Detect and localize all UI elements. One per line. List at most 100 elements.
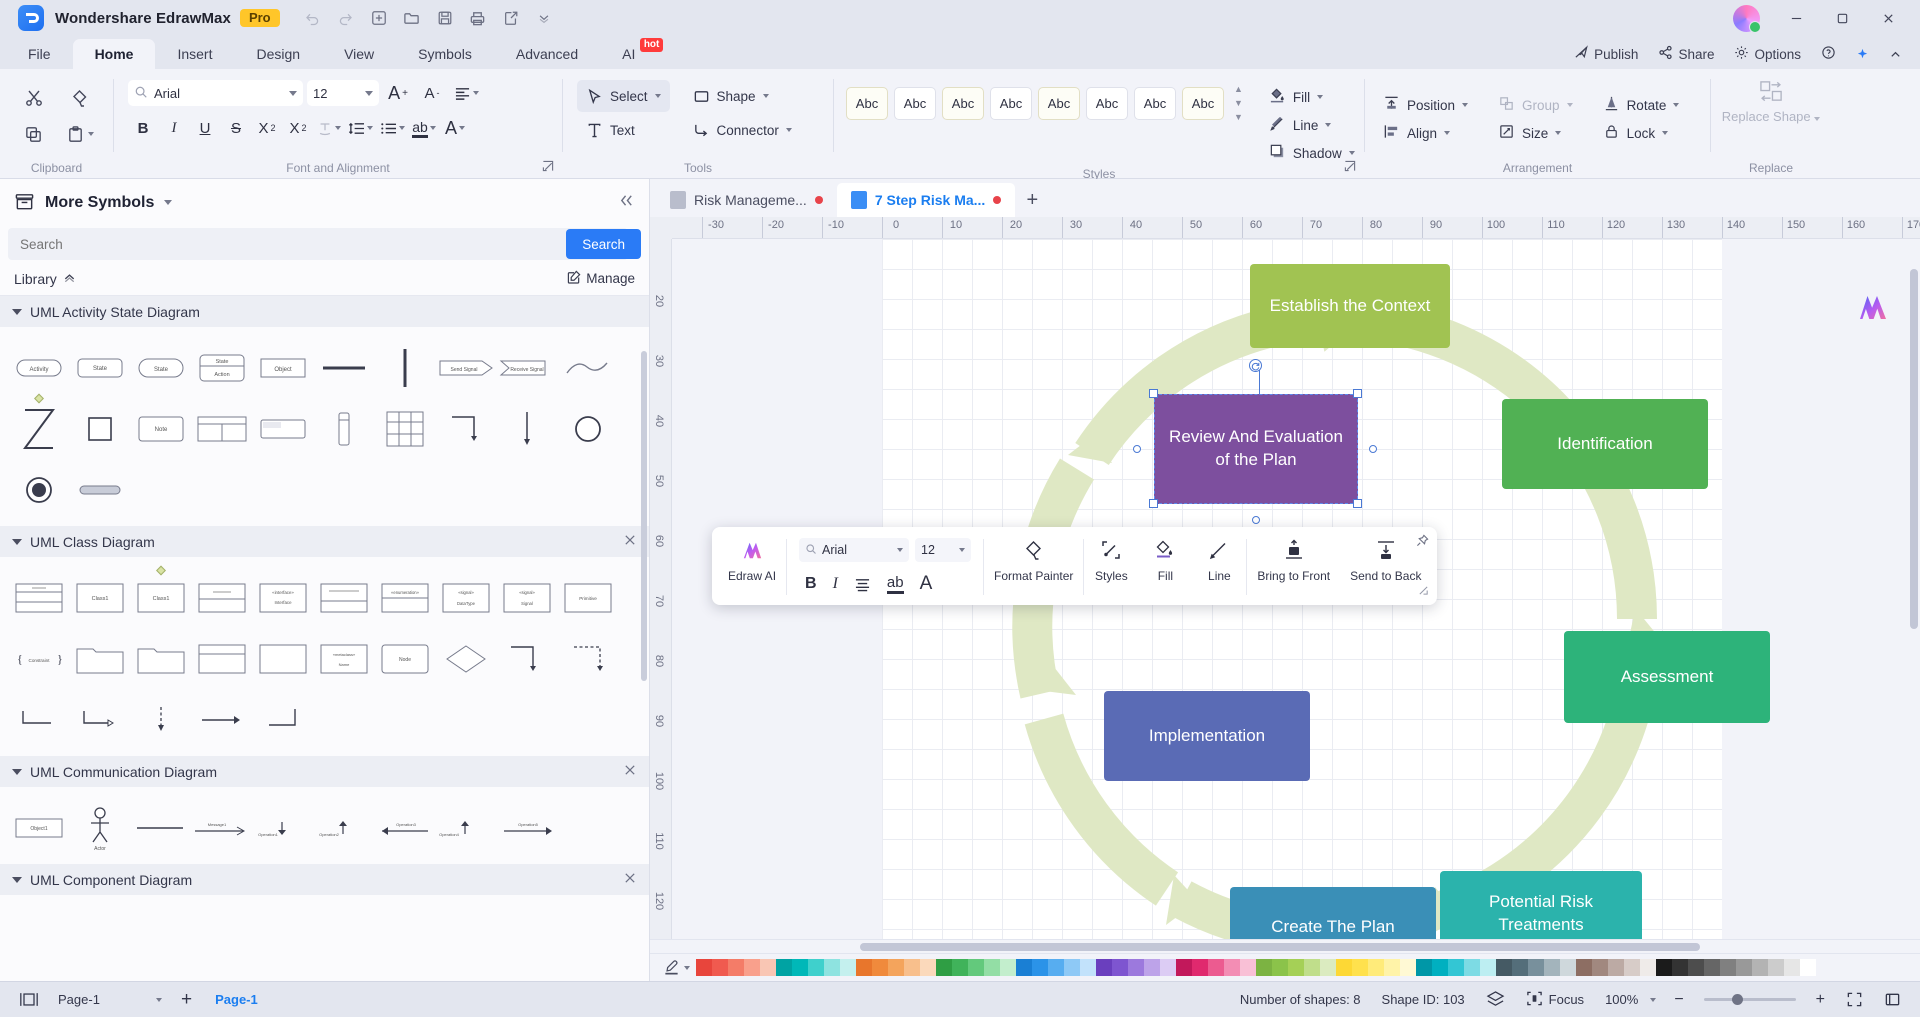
close-section-icon[interactable]: [623, 533, 637, 551]
float-font-caret-icon[interactable]: [897, 548, 904, 552]
connection-point-w[interactable]: [1133, 445, 1141, 453]
shape-item[interactable]: [8, 567, 69, 628]
shape-item[interactable]: State: [69, 337, 130, 398]
color-swatch[interactable]: [1000, 959, 1016, 976]
shape-item[interactable]: [69, 689, 130, 750]
connection-point-e[interactable]: [1369, 445, 1377, 453]
library-section-header-component[interactable]: UML Component Diagram: [0, 864, 649, 895]
eyedropper-icon[interactable]: [658, 957, 684, 979]
canvas-vertical-scrollbar[interactable]: [1910, 269, 1918, 629]
shape-item[interactable]: [191, 398, 252, 459]
style-swatch[interactable]: Abc: [846, 86, 888, 120]
shape-item[interactable]: Operation3: [374, 797, 435, 858]
color-swatch[interactable]: [1032, 959, 1048, 976]
color-swatch[interactable]: [1064, 959, 1080, 976]
color-swatch[interactable]: [856, 959, 872, 976]
minimize-button[interactable]: [1774, 0, 1818, 36]
shape-item[interactable]: Node: [374, 628, 435, 689]
color-swatch[interactable]: [1800, 959, 1816, 976]
edraw-ai-button[interactable]: Edraw AI: [718, 535, 786, 599]
float-font-color-button[interactable]: A: [914, 569, 939, 599]
font-color-button[interactable]: A: [440, 113, 470, 143]
font-size-value[interactable]: [313, 85, 351, 101]
float-line-button[interactable]: Line: [1192, 535, 1246, 599]
lock-button[interactable]: Lock: [1599, 121, 1688, 145]
redo-icon[interactable]: [331, 4, 361, 32]
zoom-caret-icon[interactable]: [1650, 997, 1657, 1002]
color-swatch[interactable]: [1320, 959, 1336, 976]
float-size-caret-icon[interactable]: [959, 548, 966, 552]
color-swatch[interactable]: [1016, 959, 1032, 976]
shape-item[interactable]: [130, 628, 191, 689]
canvas-scroll[interactable]: Establish the Context Identification Ass…: [672, 239, 1920, 939]
shape-item[interactable]: «signal» Signal: [496, 567, 557, 628]
avatar[interactable]: [1733, 4, 1761, 33]
paragraph-align-button[interactable]: [451, 78, 482, 108]
color-swatch[interactable]: [1400, 959, 1416, 976]
shape-item[interactable]: Class1: [130, 565, 191, 628]
color-swatch[interactable]: [792, 959, 808, 976]
float-align-button[interactable]: [848, 569, 877, 599]
shape-item[interactable]: [69, 398, 130, 459]
shape-item[interactable]: [130, 797, 191, 858]
color-swatch[interactable]: [1496, 959, 1512, 976]
search-input[interactable]: [8, 228, 629, 260]
page-layout-icon[interactable]: [10, 988, 48, 1011]
color-swatch[interactable]: [1448, 959, 1464, 976]
font-family-input[interactable]: [128, 80, 303, 106]
sparkle-icon[interactable]: [1848, 44, 1877, 65]
pin-icon[interactable]: [1416, 534, 1429, 550]
gallery-up-icon[interactable]: ▲: [1234, 85, 1243, 94]
text-highlight-button[interactable]: ab: [409, 113, 439, 143]
page-selector[interactable]: Page-1: [50, 989, 170, 1010]
paste-button[interactable]: [61, 117, 99, 151]
zoom-in-button[interactable]: +: [1807, 988, 1834, 1012]
color-swatch[interactable]: [1112, 959, 1128, 976]
shape-item[interactable]: «metaclass» Name: [313, 628, 374, 689]
shape-item[interactable]: Object: [252, 337, 313, 398]
open-icon[interactable]: [397, 4, 427, 32]
shape-item[interactable]: Receive Signal: [496, 337, 557, 398]
shape-item[interactable]: «signal» DataType: [435, 567, 496, 628]
color-swatch[interactable]: [1192, 959, 1208, 976]
new-icon[interactable]: [364, 4, 394, 32]
layers-button[interactable]: [1477, 987, 1514, 1012]
shape-item[interactable]: [191, 628, 252, 689]
shape-item[interactable]: Send Signal: [435, 337, 496, 398]
color-swatch[interactable]: [888, 959, 904, 976]
color-swatch[interactable]: [808, 959, 824, 976]
library-section-header-class[interactable]: UML Class Diagram: [0, 526, 649, 557]
shape-item[interactable]: [252, 689, 313, 750]
shape-item[interactable]: Actor: [69, 797, 130, 858]
shape-item[interactable]: [496, 398, 557, 459]
options-button[interactable]: Options: [1726, 41, 1809, 67]
resize-handle-se[interactable]: [1353, 499, 1362, 508]
color-swatch[interactable]: [728, 959, 744, 976]
shape-item[interactable]: [496, 628, 557, 689]
bullet-list-button[interactable]: [377, 113, 408, 143]
bold-button[interactable]: B: [128, 113, 158, 143]
style-swatch[interactable]: Abc: [1038, 86, 1080, 120]
underline-button[interactable]: U: [190, 113, 220, 143]
color-swatch[interactable]: [1272, 959, 1288, 976]
select-tool-button[interactable]: Select: [577, 80, 670, 112]
color-swatch[interactable]: [1176, 959, 1192, 976]
style-swatch[interactable]: Abc: [1182, 86, 1224, 120]
shape-item[interactable]: [191, 689, 252, 750]
color-swatch[interactable]: [952, 959, 968, 976]
shape-item[interactable]: Primitive: [557, 567, 618, 628]
collapse-panel-button[interactable]: [618, 192, 635, 214]
tab-risk-management[interactable]: Risk Manageme...: [656, 183, 837, 217]
shape-item[interactable]: Note: [130, 398, 191, 459]
shape-item[interactable]: [8, 689, 69, 750]
shape-item[interactable]: [130, 689, 191, 750]
shape-item[interactable]: Message1: [191, 797, 252, 858]
menu-home[interactable]: Home: [72, 39, 156, 69]
shape-establish-context[interactable]: Establish the Context: [1250, 264, 1450, 348]
shape-item[interactable]: [252, 628, 313, 689]
focus-button[interactable]: Focus: [1517, 987, 1593, 1013]
color-swatch[interactable]: [1336, 959, 1352, 976]
color-swatch[interactable]: [872, 959, 888, 976]
float-bold-button[interactable]: B: [799, 569, 823, 599]
color-swatch[interactable]: [1384, 959, 1400, 976]
